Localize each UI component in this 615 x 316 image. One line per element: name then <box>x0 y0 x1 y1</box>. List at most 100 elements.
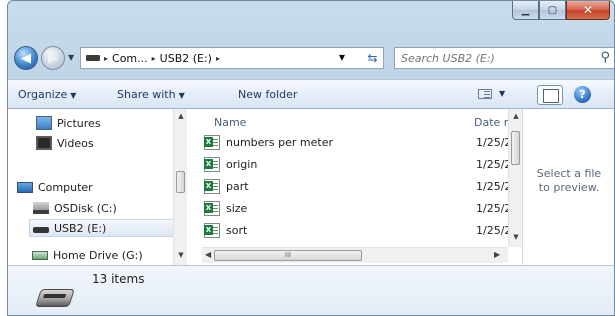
scroll-left-icon[interactable]: ◀ <box>205 250 211 259</box>
search-input[interactable] <box>401 51 591 65</box>
details-pane: 13 items <box>8 265 614 315</box>
file-date: 1/25/20 <box>476 135 510 149</box>
refresh-icon: ⇆ <box>367 51 378 65</box>
recent-pages-dropdown[interactable]: ▼ <box>68 53 74 62</box>
breadcrumb-separator[interactable]: ▸ <box>104 54 108 63</box>
forward-button[interactable]: ▶ <box>41 46 65 70</box>
nav-pane-scrollbar[interactable]: ▲ ▼ <box>173 109 187 265</box>
organize-label: Organize <box>18 88 68 101</box>
computer-icon <box>17 181 33 193</box>
help-icon: ? <box>579 88 586 101</box>
preview-pane: Select a file to preview. <box>522 109 614 265</box>
minimize-button[interactable]: ▁ <box>512 1 539 20</box>
back-button[interactable]: ◀ <box>14 46 38 70</box>
file-row[interactable]: sort 1/25/20 <box>204 221 510 239</box>
scroll-down-icon[interactable]: ▼ <box>174 251 188 259</box>
organize-menu[interactable]: Organize ▼ <box>18 88 76 101</box>
nav-item-computer[interactable]: Computer <box>17 178 93 196</box>
excel-file-icon <box>204 156 220 172</box>
breadcrumb-separator[interactable]: ▸ <box>216 54 220 63</box>
scroll-right-icon[interactable]: ▶ <box>494 250 500 259</box>
new-folder-label: New folder <box>238 88 298 101</box>
network-drive-icon <box>32 250 48 260</box>
horizontal-scrollbar[interactable]: ◀ III ▶ <box>202 247 508 263</box>
breadcrumb-separator[interactable]: ▸ <box>152 54 156 63</box>
back-arrow-icon: ◀ <box>21 50 31 66</box>
excel-file-icon <box>204 178 220 194</box>
scroll-thumb[interactable]: III <box>214 250 362 261</box>
nav-item-pictures[interactable]: Pictures <box>36 114 101 132</box>
nav-item-label: OSDisk (C:) <box>54 201 117 215</box>
file-list: Name Date m numbers per meter 1/25/20 or… <box>202 109 522 265</box>
file-name: size <box>226 201 248 215</box>
column-header-name[interactable]: Name <box>214 116 246 129</box>
column-header-date[interactable]: Date m <box>474 116 508 129</box>
scroll-up-icon[interactable]: ▲ <box>174 112 188 120</box>
nav-item-label: Videos <box>57 136 94 150</box>
file-name: sort <box>226 223 248 237</box>
nav-item-label: Computer <box>38 180 93 194</box>
preview-line: to preview. <box>538 181 600 194</box>
os-disk-icon <box>33 202 49 214</box>
file-name: part <box>226 179 249 193</box>
drive-icon <box>86 55 100 61</box>
scroll-up-icon[interactable]: ▲ <box>509 112 522 120</box>
caption-buttons: ▁ ▢ ✕ <box>512 1 610 20</box>
refresh-button[interactable]: ⇆ <box>362 47 384 69</box>
close-button[interactable]: ✕ <box>566 1 610 20</box>
nav-item-usb2[interactable]: USB2 (E:) <box>29 219 177 237</box>
pictures-icon <box>36 116 52 130</box>
usb-drive-large-icon <box>35 289 75 307</box>
breadcrumb-computer[interactable]: Com... <box>112 52 148 65</box>
address-row: ◀ ▶ ▼ ▸ Com... ▸ USB2 (E:) ▸ ▼ ⇆ ⚲ <box>14 43 614 71</box>
change-view-icon[interactable] <box>478 89 492 99</box>
address-bar[interactable]: ▸ Com... ▸ USB2 (E:) ▸ ▼ <box>80 47 366 69</box>
videos-icon <box>36 136 52 150</box>
search-box[interactable]: ⚲ <box>394 47 614 69</box>
address-dropdown-icon[interactable]: ▼ <box>339 53 345 62</box>
chevron-down-icon: ▼ <box>178 91 185 100</box>
file-name: origin <box>226 157 258 171</box>
file-date: 1/25/20 <box>476 157 510 171</box>
usb-drive-icon <box>33 227 49 233</box>
share-with-menu[interactable]: Share with ▼ <box>117 88 185 101</box>
navigation-pane: Pictures Videos Computer OSDisk (C:) USB… <box>8 109 188 265</box>
preview-message: Select a file to preview. <box>523 167 614 195</box>
file-row[interactable]: size 1/25/20 <box>204 199 510 217</box>
view-options-dropdown[interactable]: ▼ <box>499 89 505 98</box>
nav-item-label: Home Drive (G:) <box>53 248 143 262</box>
nav-item-home-drive[interactable]: Home Drive (G:) <box>32 246 143 264</box>
excel-file-icon <box>204 200 220 216</box>
file-date: 1/25/20 <box>476 223 510 237</box>
breadcrumb-usb2[interactable]: USB2 (E:) <box>160 52 212 65</box>
nav-item-label: USB2 (E:) <box>54 221 107 235</box>
explorer-window: ▁ ▢ ✕ ◀ ▶ ▼ ▸ Com... ▸ USB2 (E:) ▸ ▼ ⇆ ⚲ <box>7 0 615 316</box>
command-bar: Organize ▼ Share with ▼ New folder ▼ ? <box>8 79 614 109</box>
forward-arrow-icon: ▶ <box>48 50 58 66</box>
scroll-down-icon[interactable]: ▼ <box>509 233 522 241</box>
file-row[interactable]: numbers per meter 1/25/20 <box>204 133 510 151</box>
file-date: 1/25/20 <box>476 179 510 193</box>
scroll-thumb[interactable] <box>176 171 185 193</box>
file-row[interactable]: part 1/25/20 <box>204 177 510 195</box>
item-count: 13 items <box>92 272 145 286</box>
content-area: Pictures Videos Computer OSDisk (C:) USB… <box>8 109 614 265</box>
file-list-scrollbar[interactable]: ▲ ▼ <box>508 109 522 247</box>
maximize-button[interactable]: ▢ <box>539 1 566 20</box>
nav-item-videos[interactable]: Videos <box>36 134 94 152</box>
share-with-label: Share with <box>117 88 176 101</box>
help-button[interactable]: ? <box>574 86 591 103</box>
file-date: 1/25/20 <box>476 201 510 215</box>
preview-pane-button[interactable] <box>537 85 563 105</box>
chevron-down-icon: ▼ <box>70 91 77 100</box>
excel-file-icon <box>204 222 220 238</box>
preview-line: Select a file <box>536 167 602 180</box>
search-icon[interactable]: ⚲ <box>600 50 610 65</box>
excel-file-icon <box>204 134 220 150</box>
nav-item-label: Pictures <box>57 116 101 130</box>
file-name: numbers per meter <box>226 135 334 149</box>
scroll-thumb[interactable] <box>511 131 520 165</box>
file-row[interactable]: origin 1/25/20 <box>204 155 510 173</box>
nav-item-osdisk[interactable]: OSDisk (C:) <box>33 199 117 217</box>
new-folder-button[interactable]: New folder <box>238 88 297 101</box>
